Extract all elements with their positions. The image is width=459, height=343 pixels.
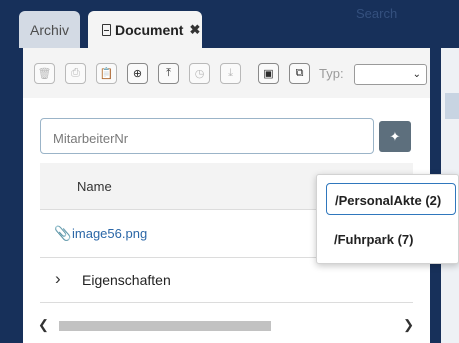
type-label: Typ: — [319, 66, 344, 81]
copy-icon: ⧉ — [295, 67, 304, 79]
chevron-right-icon: › — [55, 269, 61, 288]
path-dropdown: /PersonalAkte (2) /Fuhrpark (7) — [316, 174, 459, 264]
clipboard-button[interactable]: 📋 — [96, 63, 117, 84]
right-panel-marker — [445, 93, 459, 119]
chevron-down-icon: ⌄ — [412, 69, 421, 80]
download-button[interactable]: ⤓ — [220, 63, 241, 84]
toolbar: 🗑 ⎙ 📋 ⊕ ⤒ ◷ ⤓ ▣ ⧉ Typ: ⌄ — [23, 48, 430, 98]
magic-wand-button[interactable]: ✦ — [379, 121, 411, 152]
tab-archiv[interactable]: Archiv — [19, 11, 80, 48]
print-button[interactable]: ⎙ — [65, 63, 86, 84]
copy-button[interactable]: ⧉ — [289, 63, 310, 84]
dropdown-item-fuhrpark[interactable]: /Fuhrpark (7) — [326, 223, 456, 255]
dropdown-item-label: /PersonalAkte (2) — [335, 193, 442, 208]
plus-circle-icon: ⊕ — [132, 68, 143, 80]
column-header-name[interactable]: Name — [77, 179, 112, 194]
paperclip-icon: 📎 — [54, 225, 72, 241]
tab-document[interactable]: Document ✖ — [88, 11, 202, 48]
clock-icon: ◷ — [194, 68, 205, 80]
upload-icon: ⤒ — [166, 67, 171, 79]
save-icon: ▣ — [263, 68, 274, 80]
upload-button[interactable]: ⤒ — [158, 63, 179, 84]
tab-document-label: Document — [115, 21, 184, 38]
download-icon: ⤓ — [228, 67, 233, 79]
magic-wand-icon: ✦ — [389, 128, 401, 144]
tab-archiv-label: Archiv — [30, 21, 69, 38]
save-button[interactable]: ▣ — [258, 63, 279, 84]
clipboard-icon: 📋 — [99, 68, 114, 80]
history-button[interactable]: ◷ — [189, 63, 210, 84]
employee-number-placeholder: MitarbeiterNr — [53, 131, 129, 146]
type-select[interactable]: ⌄ — [354, 64, 427, 85]
file-name-link[interactable]: image56.png — [72, 226, 147, 241]
delete-button[interactable]: 🗑 — [34, 63, 55, 84]
dropdown-item-personalakte[interactable]: /PersonalAkte (2) — [326, 183, 456, 215]
scroll-left-icon[interactable]: ❮ — [38, 317, 49, 333]
search-placeholder[interactable]: Search — [356, 6, 397, 21]
add-button[interactable]: ⊕ — [127, 63, 148, 84]
document-icon — [102, 23, 111, 36]
dropdown-item-label: /Fuhrpark (7) — [334, 232, 414, 247]
scroll-right-icon[interactable]: ❯ — [403, 317, 414, 333]
properties-label: Eigenschaften — [82, 272, 171, 288]
properties-section[interactable]: › Eigenschaften — [40, 258, 413, 302]
print-icon: ⎙ — [71, 67, 80, 79]
row-divider — [40, 302, 413, 303]
scrollbar-thumb[interactable] — [59, 321, 271, 331]
horizontal-scrollbar[interactable]: ❮ ❯ — [36, 317, 416, 333]
employee-number-input[interactable]: MitarbeiterNr — [40, 118, 374, 154]
trash-icon: 🗑 — [37, 68, 52, 80]
close-icon[interactable]: ✖ — [189, 22, 200, 38]
